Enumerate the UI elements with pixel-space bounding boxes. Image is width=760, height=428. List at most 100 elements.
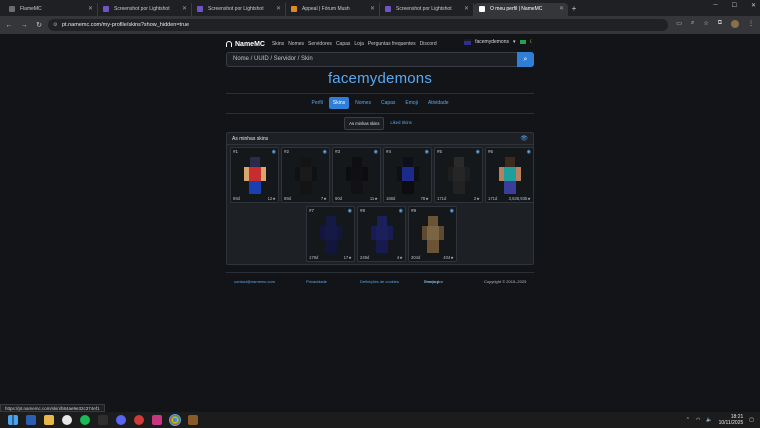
skin-card[interactable]: #9 ◉ 304d 404★ [408, 206, 457, 262]
tab-favicon-icon [385, 6, 391, 12]
browser-tab[interactable]: Screenshot por Lightshot ✕ [380, 3, 474, 16]
search-input[interactable]: Nome / UUID / Servidor / Skin ⌕ [226, 52, 534, 67]
eye-icon[interactable]: ◉ [348, 208, 352, 214]
tab-skins[interactable]: Skins [328, 97, 350, 109]
footer-privacy[interactable]: Privacidade [306, 279, 327, 284]
back-icon[interactable]: ← [3, 22, 15, 29]
skin-age: 171d [437, 196, 447, 201]
skin-card[interactable]: #8 ◉ 249d 4★ [357, 206, 406, 262]
skin-part [504, 167, 516, 181]
skin-part [301, 157, 311, 167]
app-icon[interactable] [62, 415, 72, 425]
tab-perfil[interactable]: Perfil [307, 97, 326, 109]
eye-icon[interactable]: ◉ [399, 208, 403, 214]
file-explorer-icon[interactable] [44, 415, 54, 425]
tab-atividade[interactable]: Atividade [424, 97, 453, 109]
address-bar[interactable]: ⚙ pt.namemc.com/my-profile/skins?show_hi… [48, 19, 668, 31]
bookmark-star-icon[interactable]: ☆ [703, 20, 708, 28]
nav-link[interactable]: Capas [336, 41, 350, 47]
nav-link[interactable]: Servidores [308, 41, 332, 47]
tab-close-icon[interactable]: ✕ [88, 3, 93, 16]
search-button[interactable]: ⌕ [517, 52, 534, 67]
tab-close-icon[interactable]: ✕ [370, 3, 375, 16]
minimize-icon[interactable]: ─ [713, 2, 717, 9]
tab-nomes[interactable]: Nomes [351, 97, 375, 109]
skin-card[interactable]: #6 ◉ 171d 3,638,935★ [485, 147, 534, 203]
browser-tab[interactable]: Screenshot por Lightshot ✕ [98, 3, 192, 16]
notification-icon[interactable]: ▢ [749, 417, 754, 423]
footer-cookies[interactable]: Definições de cookies [360, 279, 399, 284]
skin-part [428, 216, 438, 226]
tab-close-icon[interactable]: ✕ [182, 3, 187, 16]
twemoji-link[interactable]: Twemoji [424, 279, 439, 284]
forward-icon[interactable]: → [18, 22, 30, 29]
taskbar: ⌃ ◠ 🔈 18:21 10/11/2025 ▢ [0, 412, 760, 428]
app-icon[interactable] [98, 415, 108, 425]
maximize-icon[interactable]: ☐ [732, 2, 737, 9]
skin-stars: 7★ [320, 196, 327, 201]
eye-icon[interactable]: ◉ [527, 149, 531, 155]
dark-mode-icon[interactable]: ☾ [530, 39, 534, 45]
menu-icon[interactable]: ⋮ [748, 20, 754, 28]
skin-card[interactable]: #4 ◉ 168d 78★ [383, 147, 432, 203]
app-icon[interactable] [134, 415, 144, 425]
skin-card[interactable]: #5 ◉ 171d 2★ [434, 147, 483, 203]
nav-link[interactable]: Skins [272, 41, 284, 47]
eye-icon[interactable]: ◉ [425, 149, 429, 155]
extensions-icon[interactable]: ⧉ [718, 20, 722, 28]
chrome-icon[interactable] [169, 414, 181, 426]
reload-icon[interactable]: ↻ [33, 21, 45, 29]
app-icon[interactable] [26, 415, 36, 425]
volume-icon[interactable]: 🔈 [706, 417, 712, 423]
browser-tab[interactable]: O meu perfil | NameMC ✕ [474, 3, 568, 16]
close-icon[interactable]: ✕ [751, 2, 756, 9]
app-icon[interactable] [152, 415, 162, 425]
nav-link[interactable]: Loja [354, 41, 363, 47]
tab-emoji[interactable]: Emoji [401, 97, 422, 109]
spotify-icon[interactable] [80, 415, 90, 425]
skin-card[interactable]: #2 ◉ 89d 7★ [281, 147, 330, 203]
cast-icon[interactable]: ▭ [676, 20, 682, 28]
clock[interactable]: 18:21 10/11/2025 [719, 414, 744, 426]
skin-card[interactable]: #1 ◉ 89d 12★ [230, 147, 279, 203]
skin-part [505, 157, 515, 167]
chevron-up-icon[interactable]: ⌃ [686, 417, 690, 423]
start-icon[interactable] [8, 415, 18, 425]
tab-label: FlameMC [20, 6, 42, 12]
eye-icon[interactable]: 👁 [520, 133, 528, 145]
skin-age: 249d [360, 255, 370, 260]
eye-icon[interactable]: ◉ [450, 208, 454, 214]
footer-email[interactable]: contact@namemc.com [234, 279, 275, 284]
eye-icon[interactable]: ◉ [374, 149, 378, 155]
eye-icon[interactable]: ◉ [476, 149, 480, 155]
tab-capas[interactable]: Capas [377, 97, 399, 109]
site-info-icon[interactable]: ⚙ [53, 19, 57, 31]
browser-tab[interactable]: Appeal | Fórum Mush ✕ [286, 3, 380, 16]
namemc-logo[interactable]: NameMC [226, 41, 265, 48]
zoom-icon[interactable]: ⌕ [691, 20, 694, 28]
nav-link[interactable]: Perguntas frequentes [368, 41, 416, 47]
user-menu[interactable]: facemydemons ▾ ☾ [464, 39, 534, 45]
nav-link[interactable]: Nomes [288, 41, 304, 47]
skin-number: #8 [360, 208, 366, 213]
eye-icon[interactable]: ◉ [272, 149, 276, 155]
skin-number: #4 [386, 149, 392, 154]
sub-tab[interactable]: Liked Skins [386, 117, 415, 130]
nav-link[interactable]: Discord [420, 41, 437, 47]
browser-tab[interactable]: FlameMC ✕ [4, 3, 98, 16]
new-tab-button[interactable]: + [568, 3, 580, 16]
wifi-icon[interactable]: ◠ [696, 417, 700, 423]
minecraft-icon[interactable] [188, 415, 198, 425]
skin-card[interactable]: #3 ◉ 90d 11★ [332, 147, 381, 203]
sub-tab[interactable]: As minhas skins [344, 117, 385, 130]
tab-close-icon[interactable]: ✕ [276, 3, 281, 16]
discord-icon[interactable] [116, 415, 126, 425]
skin-part [510, 181, 516, 194]
tab-close-icon[interactable]: ✕ [464, 3, 469, 16]
language-flag-icon[interactable] [519, 40, 526, 44]
eye-icon[interactable]: ◉ [323, 149, 327, 155]
browser-tab[interactable]: Screenshot por Lightshot ✕ [192, 3, 286, 16]
skin-card[interactable]: #7 ◉ 178d 17★ [306, 206, 355, 262]
tab-close-icon[interactable]: ✕ [559, 3, 564, 16]
profile-avatar[interactable] [731, 20, 739, 28]
